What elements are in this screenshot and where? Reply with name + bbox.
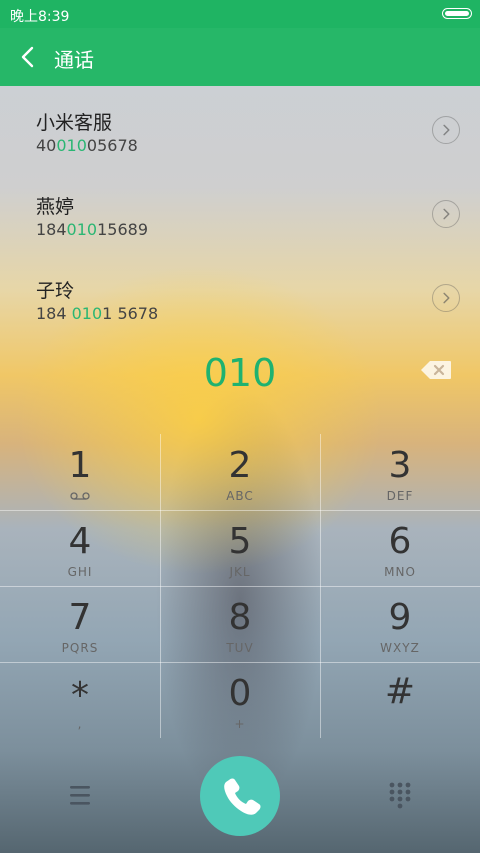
key-6[interactable]: 6 MNO xyxy=(320,510,480,586)
contact-suggestion-row[interactable]: 小米客服 4001005678 xyxy=(0,88,480,172)
key-4[interactable]: 4 GHI xyxy=(0,510,160,586)
status-bar: 晚上8:39 xyxy=(0,0,480,28)
key-9[interactable]: 9 WXYZ xyxy=(320,586,480,662)
battery-icon xyxy=(442,8,472,19)
contact-number: 4001005678 xyxy=(36,136,138,155)
voicemail-icon xyxy=(70,492,90,500)
app-header: 通话 xyxy=(0,28,480,86)
key-5[interactable]: 5 JKL xyxy=(160,510,320,586)
key-8[interactable]: 8 TUV xyxy=(160,586,320,662)
contact-suggestion-row[interactable]: 燕婷 18401015689 xyxy=(0,172,480,256)
contact-name: 子玲 xyxy=(36,280,75,302)
dialpad-icon[interactable] xyxy=(386,780,414,810)
phone-icon xyxy=(224,778,261,815)
key-7[interactable]: 7 PQRS xyxy=(0,586,160,662)
contact-number: 18401015689 xyxy=(36,220,148,239)
contact-detail-chevron-icon[interactable] xyxy=(432,116,460,144)
page-title: 通话 xyxy=(54,48,94,72)
key-1[interactable]: 1 xyxy=(0,434,160,510)
backspace-icon[interactable] xyxy=(420,360,452,380)
contact-name: 燕婷 xyxy=(36,196,75,218)
dial-keypad: 1 2 ABC 3 DEF 4 GHI 5 JKL 6 MNO 7 PQRS 8… xyxy=(0,434,480,738)
key-2[interactable]: 2 ABC xyxy=(160,434,320,510)
menu-icon[interactable] xyxy=(66,782,94,808)
key-star[interactable]: * , xyxy=(0,662,160,738)
contact-detail-chevron-icon[interactable] xyxy=(432,284,460,312)
dialed-number-display: 010 xyxy=(203,351,277,395)
contact-name: 小米客服 xyxy=(36,112,113,134)
back-arrow-icon[interactable] xyxy=(18,44,38,70)
key-3[interactable]: 3 DEF xyxy=(320,434,480,510)
call-button[interactable] xyxy=(200,756,280,836)
status-time: 晚上8:39 xyxy=(10,9,70,25)
contact-detail-chevron-icon[interactable] xyxy=(432,200,460,228)
bottom-action-bar xyxy=(0,750,480,853)
key-0[interactable]: 0 + xyxy=(160,662,320,738)
contact-suggestion-row[interactable]: 子玲 184 0101 5678 xyxy=(0,256,480,340)
key-hash[interactable]: # xyxy=(320,662,480,738)
contact-number: 184 0101 5678 xyxy=(36,304,159,323)
